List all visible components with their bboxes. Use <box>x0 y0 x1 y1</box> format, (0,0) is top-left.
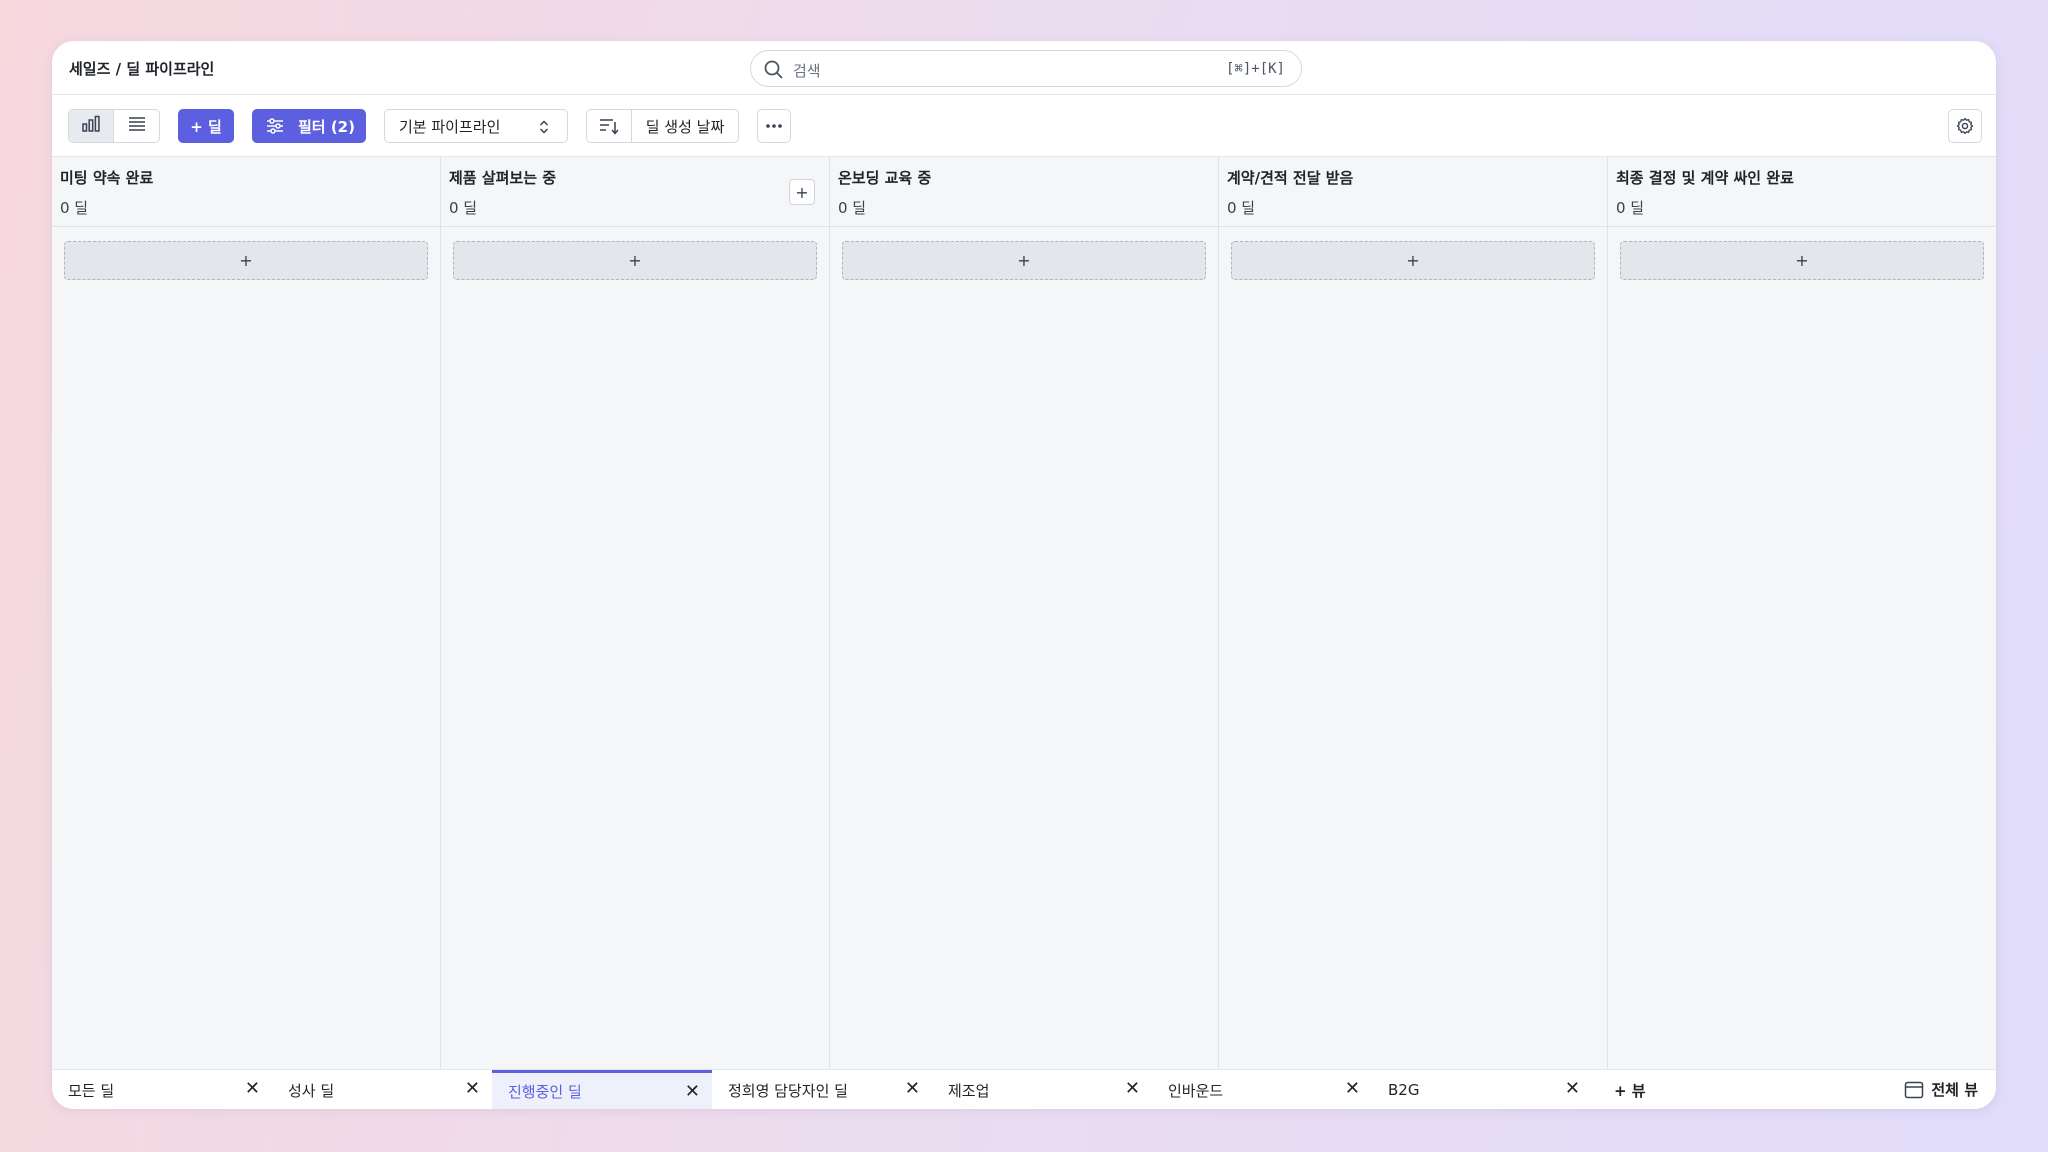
window-icon <box>1904 1081 1924 1099</box>
gear-icon <box>1956 117 1974 135</box>
bar-chart-icon <box>81 115 101 137</box>
full-view-button[interactable]: 전체 뷰 <box>1904 1079 1978 1100</box>
tab-b2g[interactable]: B2G ✕ <box>1372 1070 1592 1109</box>
column-header: 계약/견적 전달 받음 0 딜 <box>1219 157 1607 227</box>
search-placeholder: 검색 <box>793 62 821 80</box>
pipeline-column: 제품 살펴보는 중 0 딜 + + <box>441 157 830 1069</box>
close-icon[interactable]: ✕ <box>685 1083 700 1101</box>
view-tabs: 모든 딜 ✕ 성사 딜 ✕ 진행중인 딜 ✕ 정희영 담당자인 딜 ✕ 제조업 … <box>52 1069 1996 1109</box>
sort-order-button[interactable] <box>586 109 632 143</box>
column-title: 최종 결정 및 계약 싸인 완료 <box>1616 169 1794 187</box>
tab-label: 모든 딜 <box>68 1081 115 1100</box>
chart-view-button[interactable] <box>69 110 115 142</box>
kanban-board: 미팅 약속 완료 0 딜 + 제품 살펴보는 중 0 딜 + + 온보딩 교육 … <box>52 157 1996 1069</box>
add-view-button[interactable]: + 뷰 <box>1614 1080 1646 1101</box>
search-icon <box>763 59 784 80</box>
column-title: 제품 살펴보는 중 <box>449 169 557 187</box>
close-icon[interactable]: ✕ <box>905 1080 920 1098</box>
sort-field-button[interactable]: 딜 생성 날짜 <box>631 109 739 143</box>
tab-label: 제조업 <box>948 1081 990 1100</box>
add-card-button[interactable]: + <box>453 241 817 280</box>
tab-label: 진행중인 딜 <box>508 1083 582 1101</box>
column-header: 최종 결정 및 계약 싸인 완료 0 딜 <box>1608 157 1996 227</box>
close-icon[interactable]: ✕ <box>245 1080 260 1098</box>
column-header: 제품 살펴보는 중 0 딜 + <box>441 157 829 227</box>
list-icon <box>128 116 146 136</box>
tab-label: B2G <box>1388 1081 1420 1099</box>
tab-active-deals[interactable]: 진행중인 딜 ✕ <box>492 1070 712 1109</box>
pipeline-column: 계약/견적 전달 받음 0 딜 + <box>1219 157 1608 1069</box>
tab-won-deals[interactable]: 성사 딜 ✕ <box>272 1070 492 1109</box>
add-deal-button[interactable]: + 딜 <box>178 109 234 143</box>
column-header: 미팅 약속 완료 0 딜 <box>52 157 440 227</box>
pipeline-column: 온보딩 교육 중 0 딜 + <box>830 157 1219 1069</box>
chevron-updown-icon <box>539 119 549 139</box>
sort-icon <box>599 117 619 135</box>
close-icon[interactable]: ✕ <box>465 1080 480 1098</box>
add-card-button[interactable]: + <box>64 241 428 280</box>
pipeline-select[interactable]: 기본 파이프라인 <box>384 109 568 143</box>
tab-manufacturing[interactable]: 제조업 ✕ <box>932 1070 1152 1109</box>
close-icon[interactable]: ✕ <box>1345 1080 1360 1098</box>
search-input[interactable]: 검색 [⌘]+[K] <box>750 50 1302 87</box>
column-deal-count: 0 딜 <box>449 199 478 217</box>
filter-button[interactable]: 필터 (2) <box>252 109 366 143</box>
add-card-button[interactable]: + <box>842 241 1206 280</box>
more-options-button[interactable] <box>757 109 791 143</box>
column-title: 온보딩 교육 중 <box>838 169 932 187</box>
column-add-button[interactable]: + <box>789 179 815 205</box>
column-title: 미팅 약속 완료 <box>60 169 154 187</box>
filter-sliders-icon <box>266 118 284 134</box>
add-card-button[interactable]: + <box>1231 241 1595 280</box>
column-deal-count: 0 딜 <box>838 199 867 217</box>
tab-label: 성사 딜 <box>288 1081 335 1100</box>
search-shortcut: [⌘]+[K] <box>1225 61 1285 77</box>
close-icon[interactable]: ✕ <box>1565 1080 1580 1098</box>
toolbar: + 딜 필터 (2) 기본 파이프라인 딜 생성 날짜 <box>52 95 1996 157</box>
list-view-button[interactable] <box>114 110 159 142</box>
full-view-label: 전체 뷰 <box>1931 1081 1978 1099</box>
column-deal-count: 0 딜 <box>60 199 89 217</box>
add-card-button[interactable]: + <box>1620 241 1984 280</box>
pipeline-column: 최종 결정 및 계약 싸인 완료 0 딜 + <box>1608 157 1996 1069</box>
column-deal-count: 0 딜 <box>1227 199 1256 217</box>
pipeline-select-value: 기본 파이프라인 <box>399 117 501 136</box>
tab-label: 정희영 담당자인 딜 <box>728 1081 848 1100</box>
view-toggle <box>68 109 160 143</box>
column-title: 계약/견적 전달 받음 <box>1227 169 1354 187</box>
breadcrumb: 세일즈 / 딜 파이프라인 <box>69 60 215 78</box>
ellipsis-icon <box>765 123 783 129</box>
close-icon[interactable]: ✕ <box>1125 1080 1140 1098</box>
app-window: 세일즈 / 딜 파이프라인 검색 [⌘]+[K] + 딜 필터 (2) 기본 파… <box>52 41 1996 1109</box>
tab-owner-deals[interactable]: 정희영 담당자인 딜 ✕ <box>712 1070 932 1109</box>
tab-label: 인바운드 <box>1168 1081 1224 1100</box>
pipeline-column: 미팅 약속 완료 0 딜 + <box>52 157 441 1069</box>
filter-label: 필터 (2) <box>298 117 355 136</box>
tab-all-deals[interactable]: 모든 딜 ✕ <box>52 1070 272 1109</box>
column-header: 온보딩 교육 중 0 딜 <box>830 157 1218 227</box>
settings-button[interactable] <box>1948 109 1982 143</box>
tab-inbound[interactable]: 인바운드 ✕ <box>1152 1070 1372 1109</box>
column-deal-count: 0 딜 <box>1616 199 1645 217</box>
top-bar: 세일즈 / 딜 파이프라인 검색 [⌘]+[K] <box>52 41 1996 95</box>
